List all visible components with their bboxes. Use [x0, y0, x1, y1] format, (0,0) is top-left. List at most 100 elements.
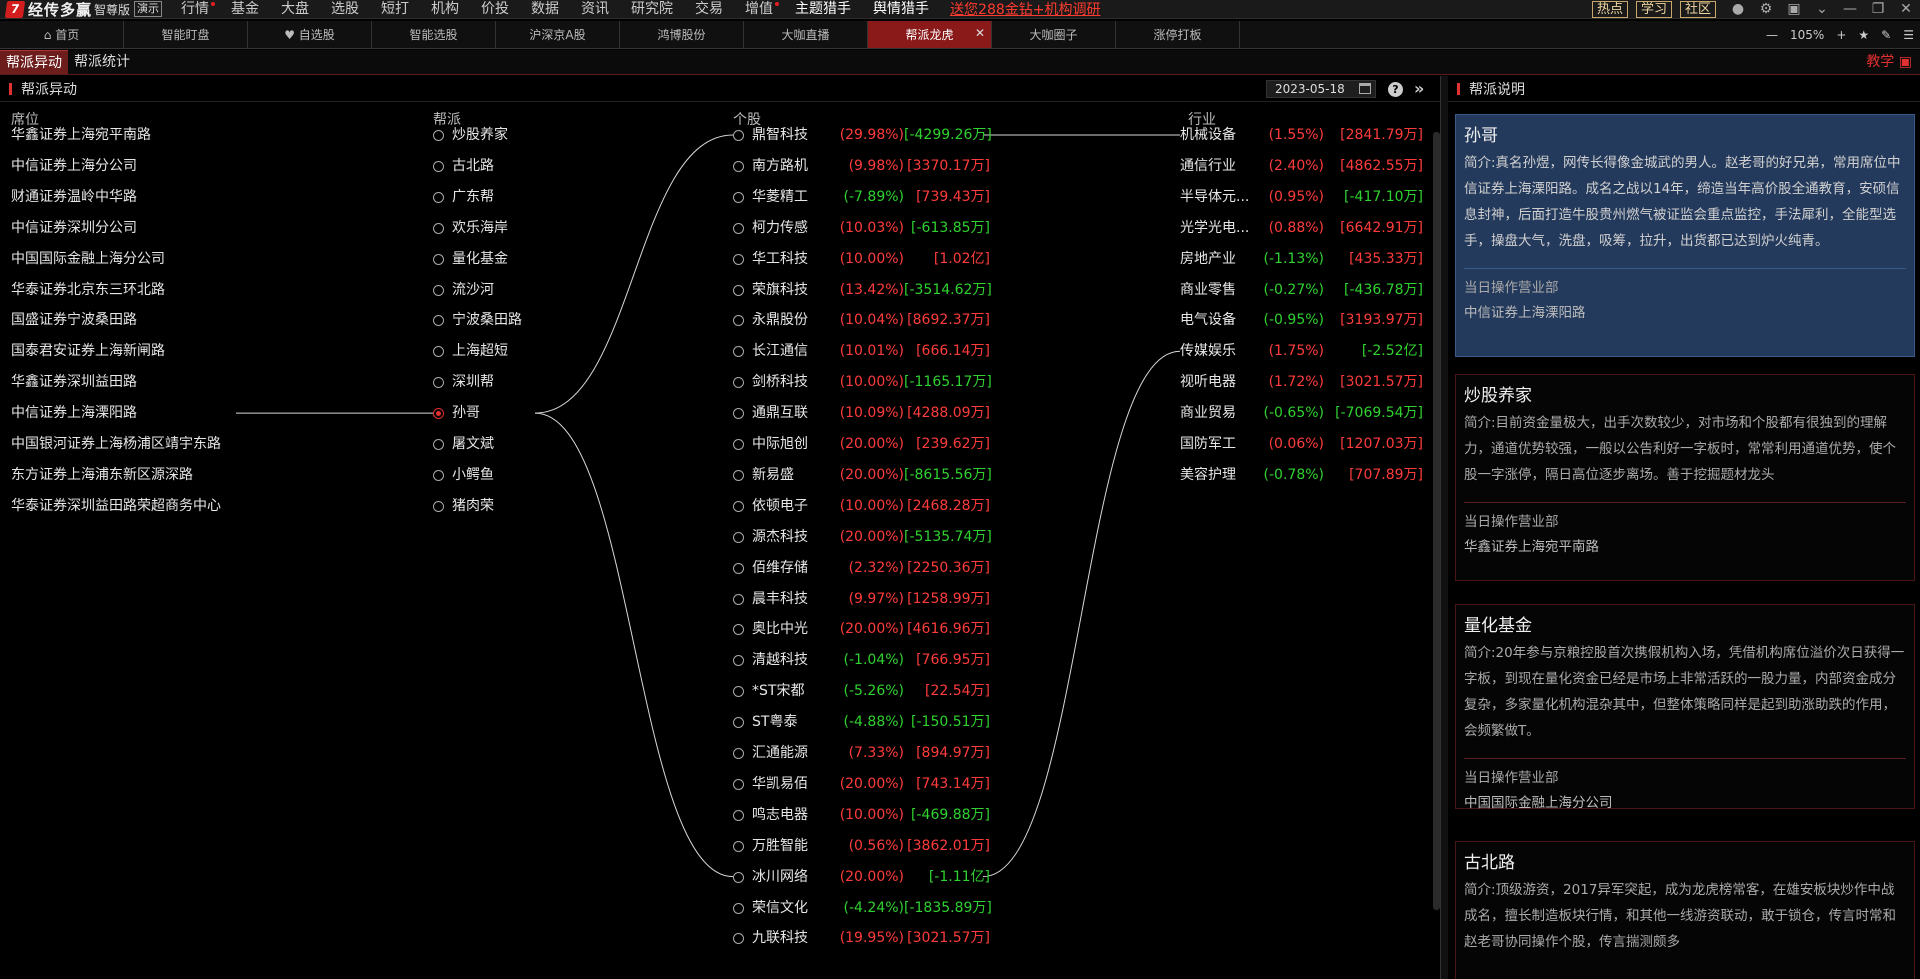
stock-row[interactable]: 佰维存储 (2.32%) [2250.36万]	[733, 553, 990, 584]
radio-button[interactable]	[433, 222, 444, 234]
radio-button[interactable]	[433, 469, 444, 481]
window-icon[interactable]: ▣	[1784, 0, 1804, 19]
menu-theme-hunter[interactable]: 主题猎手	[795, 0, 851, 19]
radio-button[interactable]	[733, 346, 744, 358]
radio-button[interactable]	[733, 871, 744, 883]
stock-row[interactable]: 鼎智科技 (29.98%) [-4299.26万]	[733, 120, 992, 151]
menu-value-added[interactable]: 增值	[745, 0, 780, 19]
gang-row[interactable]: 炒股养家	[433, 120, 508, 151]
radio-button[interactable]	[733, 253, 744, 265]
community-button[interactable]: 社区	[1679, 0, 1716, 18]
gang-row[interactable]: 猪肉荣	[433, 491, 494, 522]
radio-button[interactable]	[733, 531, 744, 543]
radio-button[interactable]	[733, 686, 744, 698]
stock-row[interactable]: 晨丰科技 (9.97%) [1258.99万]	[733, 584, 990, 615]
panel-divider[interactable]	[1440, 76, 1448, 979]
radio-button[interactable]	[733, 593, 744, 605]
radio-button[interactable]	[733, 500, 744, 512]
gang-row[interactable]: 流沙河	[433, 275, 494, 306]
radio-button[interactable]	[733, 130, 744, 141]
industry-row[interactable]: 商业贸易 (-0.65%) [-7069.54万]	[1180, 398, 1423, 429]
gang-row[interactable]: 上海超短	[433, 336, 508, 367]
stock-row[interactable]: 永鼎股份 (10.04%) [8692.37万]	[733, 305, 990, 336]
tab-live[interactable]: 大咖直播	[744, 21, 868, 48]
seat-row[interactable]: 华泰证券北京东三环北路	[11, 275, 165, 306]
tab-smart-picker[interactable]: 智能选股	[372, 21, 496, 48]
list-icon[interactable]: ☰	[1903, 28, 1914, 42]
industry-row[interactable]: 商业零售 (-0.27%) [-436.78万]	[1180, 275, 1423, 306]
stock-row[interactable]: 南方路机 (9.98%) [3370.17万]	[733, 151, 990, 182]
gear-icon[interactable]: ⚙	[1756, 0, 1776, 19]
stock-row[interactable]: 万胜智能 (0.56%) [3862.01万]	[733, 831, 990, 862]
gang-row[interactable]: 宁波桑田路	[433, 305, 522, 336]
tab-smart-monitor[interactable]: 智能盯盘	[124, 21, 248, 48]
star-icon[interactable]: ★	[1858, 28, 1869, 42]
radio-button[interactable]	[433, 253, 444, 265]
gang-row[interactable]: 古北路	[433, 151, 494, 182]
stock-row[interactable]: 中际旭创 (20.00%) [239.62万]	[733, 429, 990, 460]
industry-row[interactable]: 机械设备 (1.55%) [2841.79万]	[1180, 120, 1423, 151]
radio-button[interactable]	[733, 655, 744, 667]
radio-button[interactable]	[733, 439, 744, 450]
close-icon[interactable]: ✕	[1896, 0, 1916, 19]
gang-row[interactable]: 屠文斌	[433, 429, 494, 460]
seat-row[interactable]: 中信证券深圳分公司	[11, 213, 137, 244]
industry-row[interactable]: 视听电器 (1.72%) [3021.57万]	[1180, 367, 1423, 398]
seat-row[interactable]: 华鑫证券深圳益田路	[11, 367, 137, 398]
radio-button[interactable]	[433, 191, 444, 203]
stock-row[interactable]: 荣信文化 (-4.24%) [-1835.89万]	[733, 893, 992, 924]
zoom-in-icon[interactable]: +	[1836, 28, 1846, 42]
radio-button[interactable]	[733, 748, 744, 759]
help-icon[interactable]: ?	[1388, 82, 1403, 97]
radio-button[interactable]	[433, 346, 444, 358]
radio-button[interactable]	[733, 933, 744, 945]
radio-button[interactable]	[433, 377, 444, 389]
stock-row[interactable]: *ST宋都 (-5.26%) [22.54万]	[733, 676, 990, 707]
gang-row[interactable]: 深圳帮	[433, 367, 494, 398]
seat-row[interactable]: 华泰证券深圳益田路荣超商务中心	[11, 491, 221, 522]
radio-button[interactable]	[733, 284, 744, 296]
tab-close-icon[interactable]: ✕	[975, 26, 985, 40]
radio-button[interactable]	[733, 562, 744, 574]
restore-icon[interactable]: ❐	[1868, 0, 1888, 19]
radio-button[interactable]	[733, 902, 744, 914]
stock-row[interactable]: 清越科技 (-1.04%) [766.95万]	[733, 645, 990, 676]
stock-row[interactable]: 依顿电子 (10.00%) [2468.28万]	[733, 491, 990, 522]
edit-icon[interactable]: ✎	[1881, 28, 1891, 42]
radio-button[interactable]	[733, 840, 744, 852]
radio-button[interactable]	[433, 130, 444, 141]
radio-button[interactable]	[733, 778, 744, 790]
industry-row[interactable]: 传媒娱乐 (1.75%) [-2.52亿]	[1180, 336, 1423, 367]
seat-row[interactable]: 财通证券温岭中华路	[11, 182, 137, 213]
tab-home[interactable]: ⌂ 首页	[0, 21, 124, 48]
menu-market[interactable]: 行情	[181, 0, 216, 19]
radio-button[interactable]	[733, 315, 744, 327]
stock-row[interactable]: 华菱精工 (-7.89%) [739.43万]	[733, 182, 990, 213]
radio-button[interactable]	[733, 717, 744, 729]
seat-row[interactable]: 国盛证券宁波桑田路	[11, 305, 137, 336]
radio-button[interactable]	[733, 191, 744, 203]
industry-row[interactable]: 国防军工 (0.06%) [1207.03万]	[1180, 429, 1423, 460]
radio-button[interactable]	[433, 160, 444, 172]
subtab-gang-stats[interactable]: 帮派统计	[68, 50, 136, 74]
radio-button[interactable]	[733, 624, 744, 636]
radio-button[interactable]	[733, 469, 744, 481]
gang-card-selected[interactable]: 孙哥 简介:真名孙煜，网传长得像金城武的男人。赵老哥的好兄弟，常用席位中信证券上…	[1455, 114, 1915, 357]
menu-fund[interactable]: 基金	[231, 0, 259, 19]
gang-card[interactable]: 古北路 简介:顶级游资，2017异军突起，成为龙虎榜常客，在雄安板块炒作中战成名…	[1455, 841, 1915, 979]
stock-row[interactable]: 鸣志电器 (10.00%) [-469.88万]	[733, 800, 990, 831]
stock-row[interactable]: 华凯易佰 (20.00%) [743.14万]	[733, 769, 990, 800]
tab-stock-hongbo[interactable]: 鸿博股份	[620, 21, 744, 48]
seat-row[interactable]: 东方证券上海浦东新区源深路	[11, 460, 193, 491]
tab-limit-up[interactable]: 涨停打板	[1116, 21, 1240, 48]
menu-research[interactable]: 研究院	[631, 0, 673, 19]
radio-button[interactable]	[733, 222, 744, 234]
subtab-gang-moves[interactable]: 帮派异动	[0, 50, 68, 74]
gang-row[interactable]: 广东帮	[433, 182, 494, 213]
tab-a-shares[interactable]: 沪深京A股	[496, 21, 620, 48]
collapse-icon[interactable]: »	[1414, 79, 1424, 98]
industry-row[interactable]: 半导体元... (0.95%) [-417.10万]	[1180, 182, 1423, 213]
chevron-down-icon[interactable]: ⌄	[1812, 0, 1832, 19]
seat-row[interactable]: 中信证券上海溧阳路	[11, 398, 137, 429]
seat-row[interactable]: 国泰君安证券上海新闸路	[11, 336, 165, 367]
